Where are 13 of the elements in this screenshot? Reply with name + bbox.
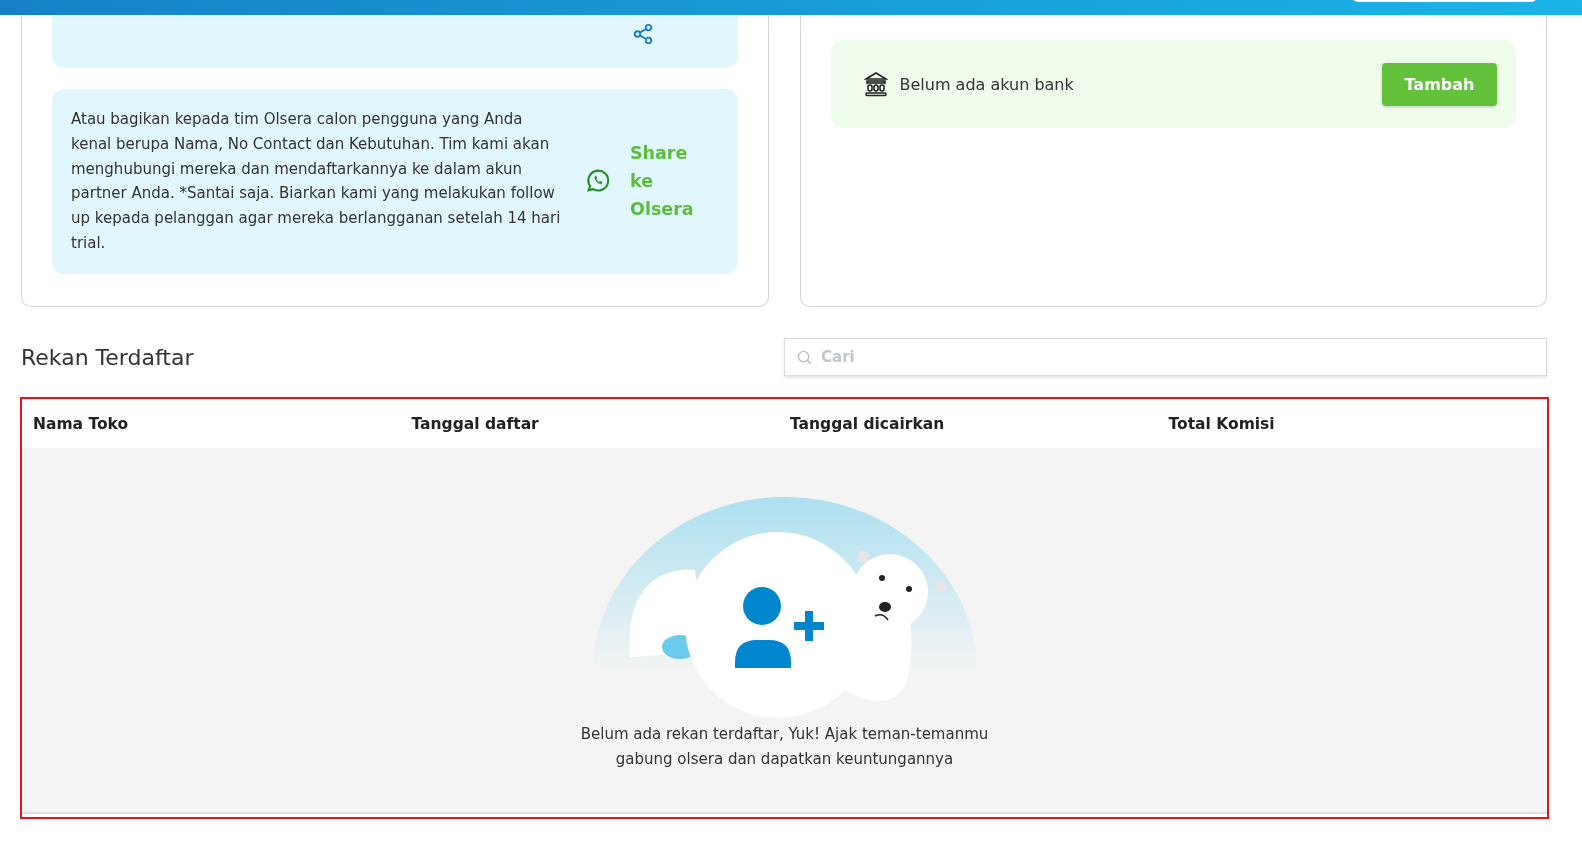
empty-message: Belum ada rekan terdaftar, Yuk! Ajak teman-temanmu gabung olsera dan dapatkan keuntungannya [579, 724, 990, 770]
share-icon[interactable] [632, 23, 654, 45]
share-link[interactable]: Share ke Olsera [630, 139, 700, 224]
column-header: Nama Toko [33, 414, 130, 433]
column-header: Tanggal dicairkan [790, 414, 946, 433]
column-header: Total Komisi [1168, 414, 1276, 433]
search-field[interactable]: Cari [784, 338, 1547, 376]
section-title: Rekan Terdaftar [21, 344, 195, 370]
bank-message: Belum ada akun bank [899, 74, 1075, 94]
column-header: Tanggal daftar [411, 414, 540, 433]
info-text: Atau bagikan kepada tim Olsera calon pengguna yang Anda kenal berupa Nama, No Contact dan Kebutuhan. Tim kami akan menghubungi mereka dan mendaftarkannya ke dalam akun partner Anda. *Santai saja. Biarkan kami yang melakukan follow up kepada pelanggan agar mereka berlangganan setelah 14 hari trial. [71, 109, 562, 254]
add-button[interactable]: Tambah [1382, 62, 1497, 106]
bank-icon [863, 71, 888, 97]
